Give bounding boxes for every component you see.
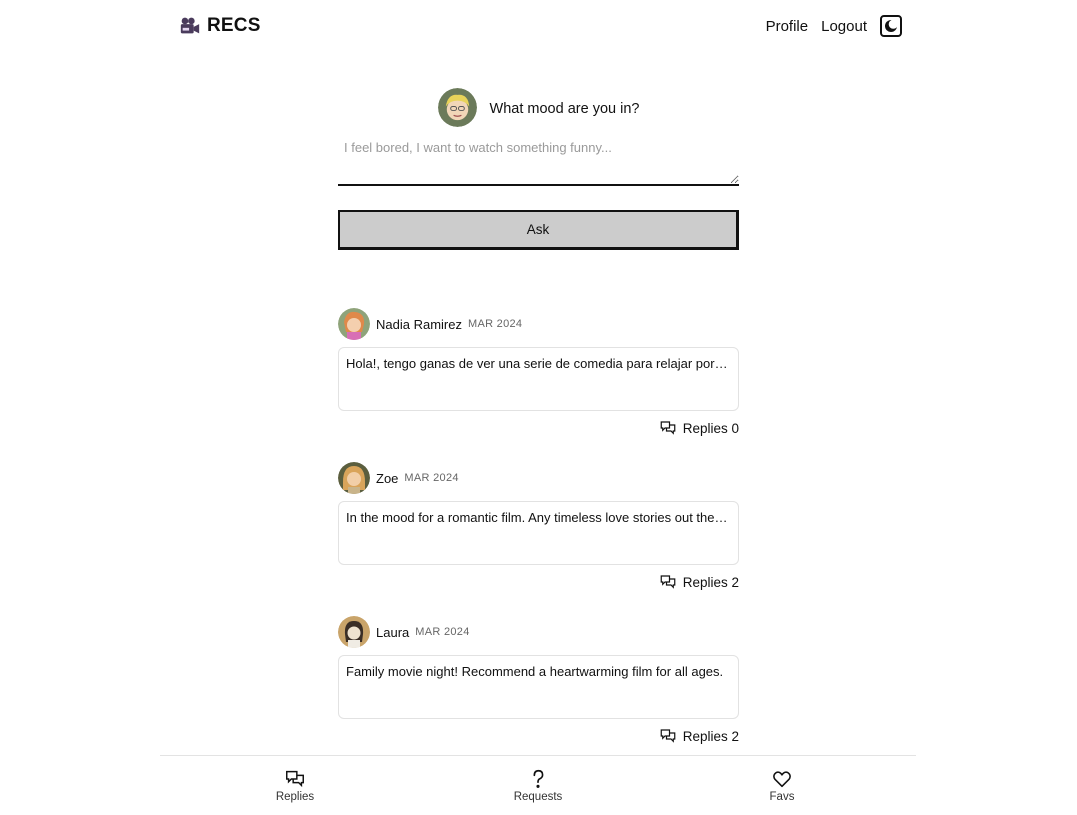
post-date: MAR 2024	[415, 626, 470, 638]
author-avatar[interactable]	[338, 616, 370, 648]
bottom-nav-requests-label: Requests	[513, 791, 563, 803]
post-text[interactable]: In the mood for a romantic film. Any tim…	[338, 501, 739, 565]
post-header: Nadia Ramirez MAR 2024	[338, 307, 739, 341]
heart-icon	[773, 771, 791, 788]
bottom-nav-replies-label: Replies	[275, 791, 315, 803]
ask-header: What mood are you in?	[338, 86, 739, 128]
post-card: Laura MAR 2024 Family movie night! Recom…	[338, 615, 739, 769]
post-author[interactable]: Zoe	[376, 471, 398, 486]
post-author[interactable]: Laura	[376, 625, 409, 640]
author-avatar[interactable]	[338, 308, 370, 340]
brand-name: RECS	[207, 15, 261, 36]
chat-bubbles-icon	[286, 770, 304, 788]
header: RECS Profile Logout	[160, 0, 916, 54]
theme-toggle-button[interactable]	[880, 15, 902, 37]
chat-bubbles-icon	[660, 575, 676, 589]
author-avatar[interactable]	[338, 462, 370, 494]
profile-link[interactable]: Profile	[766, 18, 809, 35]
post-header: Laura MAR 2024	[338, 615, 739, 649]
question-icon	[533, 769, 544, 788]
post-card: Nadia Ramirez MAR 2024 Hola!, tengo gana…	[338, 307, 739, 461]
mood-input[interactable]	[338, 136, 739, 186]
user-avatar	[437, 87, 477, 127]
post-text[interactable]: Hola!, tengo ganas de ver una serie de c…	[338, 347, 739, 411]
replies-link[interactable]: Replies 0	[338, 419, 739, 437]
post-date: MAR 2024	[404, 472, 459, 484]
bottom-nav-requests[interactable]: Requests	[488, 768, 588, 803]
top-nav: Profile Logout	[766, 15, 902, 37]
moon-icon	[885, 19, 898, 32]
replies-link[interactable]: Replies 2	[338, 727, 739, 745]
bottom-nav-favs-label: Favs	[769, 791, 795, 803]
bottom-nav-replies[interactable]: Replies	[245, 768, 345, 803]
post-card: Zoe MAR 2024 In the mood for a romantic …	[338, 461, 739, 615]
post-date: MAR 2024	[467, 318, 523, 330]
requests-feed: Nadia Ramirez MAR 2024 Hola!, tengo gana…	[338, 307, 739, 769]
chat-bubbles-icon	[660, 729, 676, 743]
chat-bubbles-icon	[660, 421, 676, 435]
bottom-nav-favs[interactable]: Favs	[732, 768, 832, 803]
post-header: Zoe MAR 2024	[338, 461, 739, 495]
post-author[interactable]: Nadia Ramirez	[376, 317, 462, 332]
logout-link[interactable]: Logout	[821, 18, 867, 35]
post-text[interactable]: Family movie night! Recommend a heartwar…	[338, 655, 739, 719]
app-root: RECS Profile Logout What mood are you in…	[160, 0, 916, 815]
bottom-nav: Replies Requests Favs	[160, 755, 916, 815]
replies-link[interactable]: Replies 2	[338, 573, 739, 591]
replies-count: Replies 2	[682, 728, 739, 744]
movie-camera-icon	[180, 17, 200, 34]
ask-title: What mood are you in?	[489, 101, 640, 117]
replies-count: Replies 2	[682, 574, 739, 590]
ask-button[interactable]: Ask	[338, 210, 739, 250]
ask-section: What mood are you in? Ask	[338, 86, 739, 250]
replies-count: Replies 0	[682, 420, 739, 436]
brand[interactable]: RECS	[179, 15, 261, 37]
